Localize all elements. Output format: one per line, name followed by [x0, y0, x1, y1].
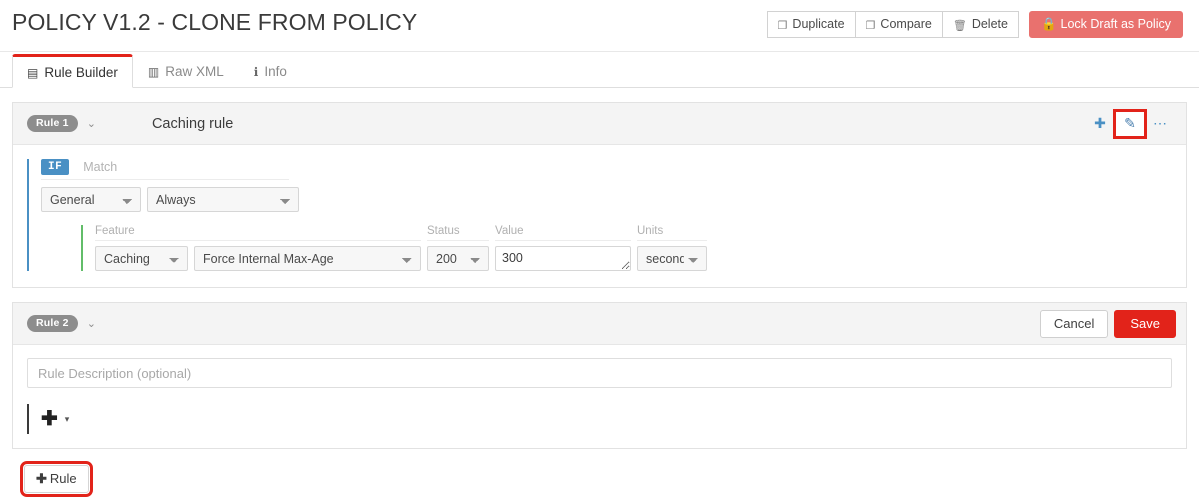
edit-pencil-icon-glyph: ✎ [1124, 115, 1136, 131]
rule-1-name: Caching rule [151, 115, 234, 132]
lock-draft-as-policy-button[interactable]: 🔒 Lock Draft as Policy [1028, 11, 1183, 38]
tab-bar: ▤ Rule Builder ▥ Raw XML ℹ Info [0, 52, 1199, 88]
duplicate-button-label: Duplicate [792, 17, 845, 31]
rule-2-badge: Rule 2 [27, 315, 78, 332]
rule-2-body: ✚ ▾ [13, 345, 1186, 448]
rule-2-header: Rule 2 ⌄ Cancel Save [13, 303, 1186, 345]
condition-operator-select[interactable]: Always [147, 187, 299, 212]
condition-selects: General Always [41, 187, 1172, 212]
copy-icon: ❐ [777, 20, 788, 32]
label-value: Value [495, 225, 631, 241]
feature-select[interactable]: Caching [95, 246, 188, 271]
file-code-icon: ▥ [147, 65, 160, 79]
rule-1-feature-block: Feature Status Value Units Caching Force… [81, 225, 1172, 271]
feature-field-labels: Feature Status Value Units [95, 225, 1172, 246]
rule-list: Rule 1 ⌄ Caching rule ✚ ✎ ⋯ IF Match Gen… [0, 88, 1199, 497]
feature-field-row: Caching Force Internal Max-Age 200 secon… [95, 246, 1172, 271]
rule-2-header-buttons: Cancel Save [1039, 303, 1176, 344]
match-header: IF Match [41, 159, 289, 180]
add-condition-row: ✚ ▾ [27, 404, 1172, 434]
edit-pencil-icon[interactable]: ✎ [1113, 108, 1147, 139]
save-button[interactable]: Save [1114, 309, 1176, 338]
rule-description-input[interactable] [27, 358, 1172, 388]
plus-icon: ✚ [36, 471, 47, 486]
header-button-group: ❐ Duplicate ❐ Compare 🗑 Delete [766, 11, 1019, 38]
rule-1-body: IF Match General Always Feature Status V… [13, 145, 1186, 287]
add-rule-button-label: Rule [49, 471, 77, 486]
tab-info-label: Info [264, 64, 287, 79]
if-badge: IF [41, 159, 70, 175]
more-options-icon-glyph: ⋯ [1153, 115, 1167, 131]
trash-icon: 🗑 [952, 20, 967, 32]
status-select[interactable]: 200 [427, 246, 489, 271]
tab-raw-xml[interactable]: ▥ Raw XML [133, 54, 239, 88]
rule-1-condition-block: IF Match General Always Feature Status V… [27, 159, 1172, 271]
compare-icon: ❐ [865, 20, 876, 32]
match-label: Match [83, 160, 118, 174]
more-options-icon[interactable]: ⋯ [1146, 112, 1174, 136]
feature-detail-select[interactable]: Force Internal Max-Age [194, 246, 421, 271]
tab-info[interactable]: ℹ Info [239, 54, 302, 88]
window-icon: ▤ [27, 66, 39, 80]
add-rule-button[interactable]: ✚ Rule [20, 461, 93, 497]
page-title: POLICY V1.2 - CLONE FROM POLICY [12, 9, 418, 35]
tab-rule-builder[interactable]: ▤ Rule Builder [12, 54, 133, 88]
add-icon[interactable]: ✚ [1086, 112, 1114, 136]
rule-1-badge: Rule 1 [27, 115, 78, 132]
add-condition-plus-icon[interactable]: ✚ [41, 409, 58, 429]
tab-rule-builder-label: Rule Builder [44, 65, 118, 80]
label-units: Units [637, 225, 707, 241]
value-input[interactable] [495, 246, 631, 271]
cancel-button[interactable]: Cancel [1039, 309, 1109, 338]
rule-1-header: Rule 1 ⌄ Caching rule ✚ ✎ ⋯ [13, 103, 1186, 145]
compare-button[interactable]: ❐ Compare [854, 11, 942, 38]
compare-button-label: Compare [880, 17, 932, 31]
tab-raw-xml-label: Raw XML [165, 64, 224, 79]
delete-button-label: Delete [971, 17, 1008, 31]
condition-scope-select[interactable]: General [41, 187, 141, 212]
label-feature: Feature [95, 225, 421, 241]
lock-icon: 🔒 [1040, 17, 1057, 31]
rule-1-header-actions: ✚ ✎ ⋯ [1086, 103, 1174, 144]
rule-1-collapse-chevron-icon[interactable]: ⌄ [87, 117, 96, 130]
lock-button-label: Lock Draft as Policy [1060, 17, 1171, 31]
page-header: POLICY V1.2 - CLONE FROM POLICY ❐ Duplica… [0, 0, 1199, 52]
rule-card-1: Rule 1 ⌄ Caching rule ✚ ✎ ⋯ IF Match Gen… [12, 102, 1187, 288]
header-actions: ❐ Duplicate ❐ Compare 🗑 Delete 🔒 Lock Draft … [766, 11, 1183, 38]
add-icon-glyph: ✚ [1094, 115, 1106, 131]
add-rule-row: ✚ Rule [12, 461, 1187, 497]
info-circle-icon: ℹ [253, 65, 259, 79]
units-select[interactable]: seconds [637, 246, 707, 271]
add-condition-chevron-down-icon[interactable]: ▾ [65, 414, 70, 425]
label-status: Status [427, 225, 489, 241]
rule-2-collapse-chevron-icon[interactable]: ⌄ [87, 317, 96, 330]
delete-button[interactable]: 🗑 Delete [941, 11, 1019, 38]
rule-card-2: Rule 2 ⌄ Cancel Save ✚ ▾ [12, 302, 1187, 449]
duplicate-button[interactable]: ❐ Duplicate [766, 11, 855, 38]
